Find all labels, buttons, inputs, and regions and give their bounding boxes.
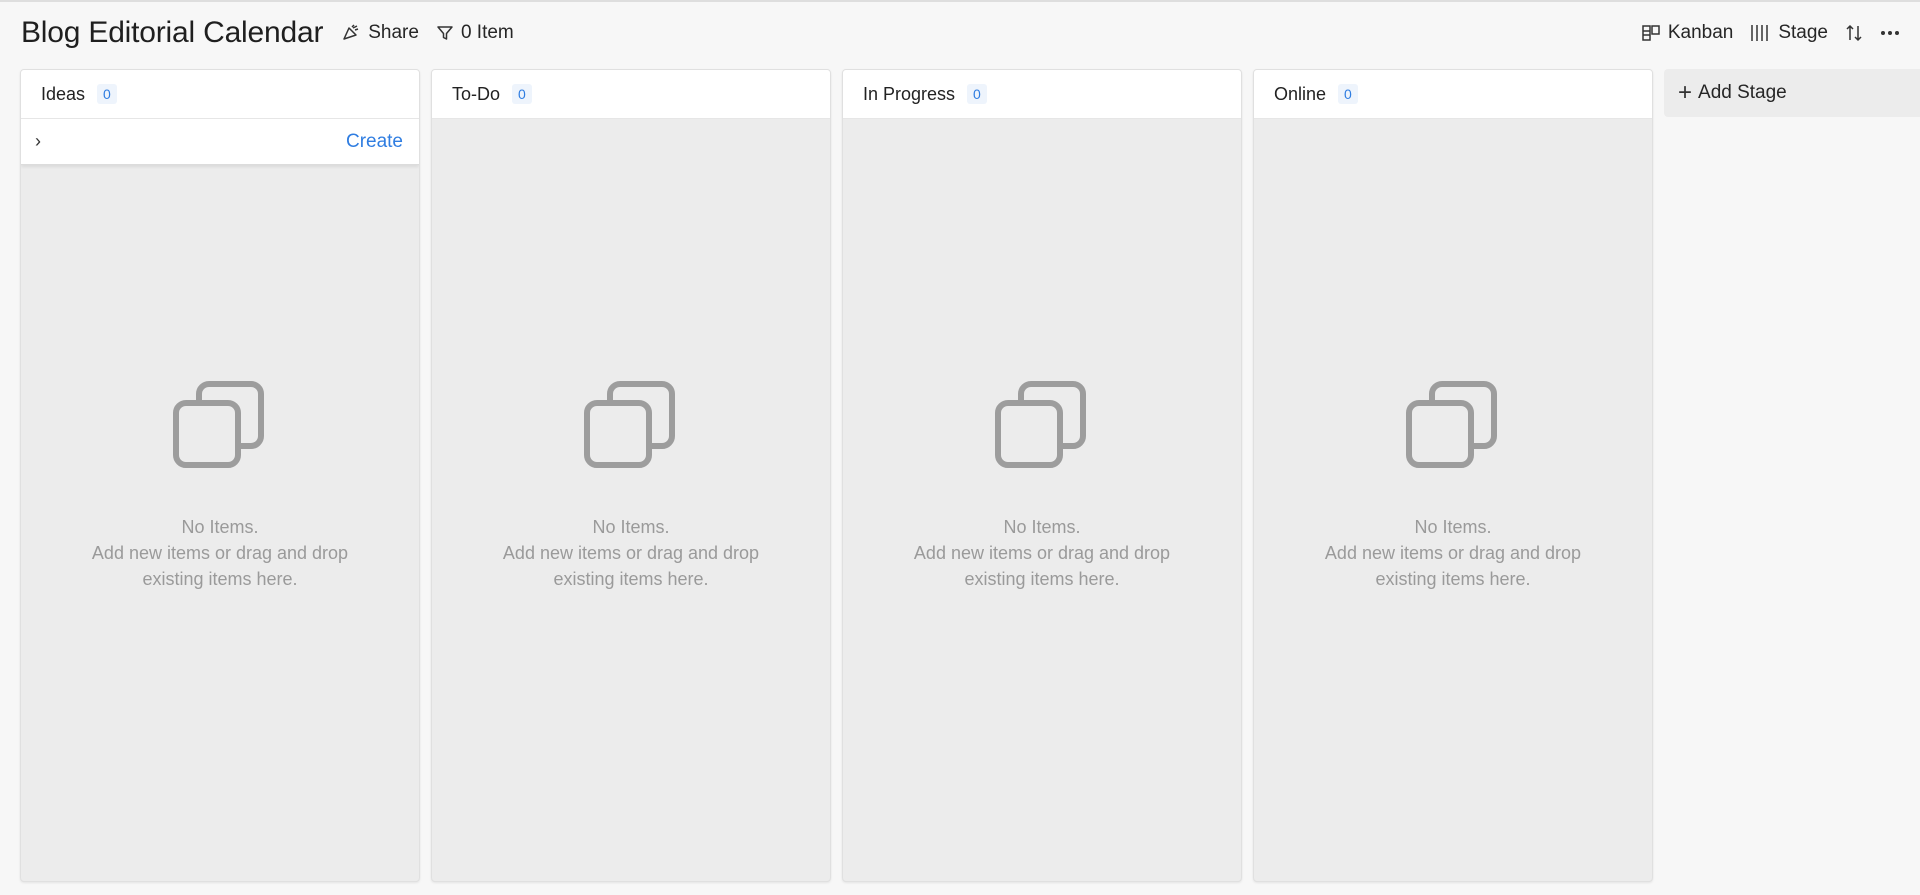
stage-column-in-progress[interactable]: In Progress 0 No Items. Add new items or…	[842, 69, 1242, 882]
sort-icon	[1846, 24, 1862, 42]
column-title: To-Do	[452, 83, 501, 104]
empty-items-icon	[995, 381, 1086, 468]
column-title: Online	[1274, 83, 1327, 104]
empty-state: No Items. Add new items or drag and drop…	[432, 380, 830, 592]
filter-icon	[437, 26, 453, 40]
stage-column-ideas[interactable]: Ideas 0 › Create No Items. Add new items…	[20, 69, 420, 882]
more-options-button[interactable]	[1880, 30, 1900, 36]
group-label: Stage	[1778, 22, 1828, 43]
column-title: In Progress	[863, 83, 956, 104]
column-title: Ideas	[41, 83, 86, 104]
stage-column-to-do[interactable]: To-Do 0 No Items. Add new items or drag …	[431, 69, 831, 882]
share-icon	[343, 24, 359, 40]
sort-button[interactable]	[1844, 23, 1864, 43]
empty-state: No Items. Add new items or drag and drop…	[1254, 380, 1652, 592]
group-by-button[interactable]: Stage	[1749, 22, 1828, 44]
share-button[interactable]: Share	[341, 22, 419, 44]
empty-title: No Items.	[1414, 517, 1492, 537]
kanban-icon	[1642, 25, 1660, 41]
page-header: Blog Editorial Calendar Share 0 Item Kan…	[0, 2, 1920, 64]
header-left: Blog Editorial Calendar Share 0 Item	[21, 16, 531, 50]
chevron-right-icon[interactable]: ›	[35, 131, 41, 152]
plus-icon: +	[1678, 79, 1693, 106]
empty-hint-line2: existing items here.	[964, 569, 1120, 589]
stage-column-online[interactable]: Online 0 No Items. Add new items or drag…	[1253, 69, 1653, 882]
header-right: Kanban Stage	[1625, 22, 1900, 44]
column-header[interactable]: In Progress 0	[843, 70, 1241, 119]
empty-items-icon	[173, 381, 264, 468]
empty-hint-line1: Add new items or drag and drop	[91, 543, 349, 563]
empty-items-icon	[584, 381, 675, 468]
empty-hint-line1: Add new items or drag and drop	[1324, 543, 1582, 563]
kanban-board: Ideas 0 › Create No Items. Add new items…	[20, 69, 1920, 882]
quick-create-row: › Create	[21, 119, 419, 165]
filter-label: 0 Item	[460, 22, 514, 43]
empty-hint-line1: Add new items or drag and drop	[502, 543, 760, 563]
empty-hint-line2: existing items here.	[1375, 569, 1531, 589]
more-icon	[1881, 31, 1899, 35]
column-header[interactable]: Ideas 0	[21, 70, 419, 119]
empty-state: No Items. Add new items or drag and drop…	[843, 380, 1241, 592]
create-button[interactable]: Create	[346, 131, 403, 153]
empty-state: No Items. Add new items or drag and drop…	[21, 380, 419, 592]
column-header[interactable]: Online 0	[1254, 70, 1652, 119]
add-stage-button[interactable]: + Add Stage	[1664, 69, 1920, 117]
page-title: Blog Editorial Calendar	[21, 16, 324, 49]
empty-title: No Items.	[1003, 517, 1081, 537]
column-count-badge: 0	[1338, 84, 1358, 104]
empty-items-icon	[1406, 381, 1497, 468]
stage-icon	[1751, 25, 1769, 41]
empty-hint-line2: existing items here.	[142, 569, 298, 589]
share-label: Share	[368, 22, 419, 43]
empty-title: No Items.	[181, 517, 259, 537]
column-count-badge: 0	[967, 84, 987, 104]
column-header[interactable]: To-Do 0	[432, 70, 830, 119]
filter-button[interactable]: 0 Item	[436, 22, 514, 44]
empty-title: No Items.	[592, 517, 670, 537]
column-count-badge: 0	[97, 84, 117, 104]
view-switch-button[interactable]: Kanban	[1641, 22, 1734, 44]
empty-hint-line1: Add new items or drag and drop	[913, 543, 1171, 563]
add-stage-label: Add Stage	[1698, 82, 1787, 103]
view-label: Kanban	[1667, 22, 1734, 43]
empty-hint-line2: existing items here.	[553, 569, 709, 589]
column-count-badge: 0	[512, 84, 532, 104]
